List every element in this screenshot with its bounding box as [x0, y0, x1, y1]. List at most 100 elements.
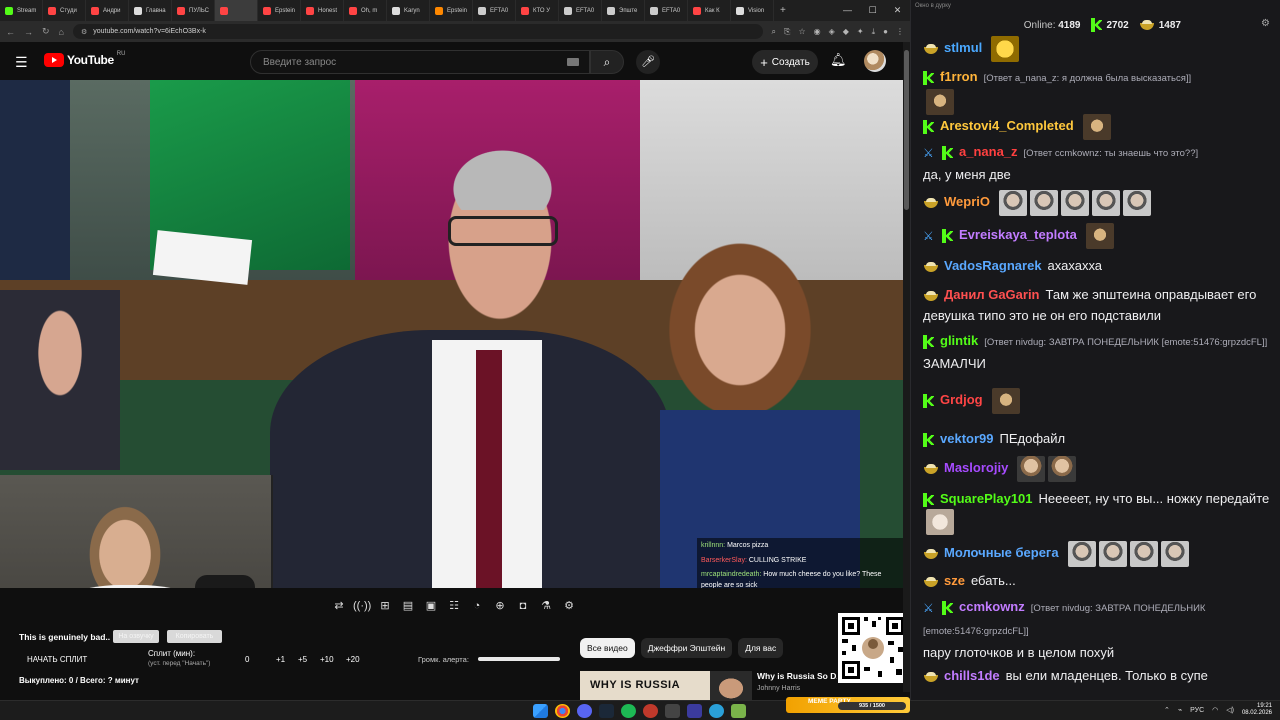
bookmark-star-icon[interactable]: ☆: [798, 27, 805, 37]
spotify-icon[interactable]: [621, 704, 636, 718]
chat-username[interactable]: chills1de: [944, 668, 1000, 683]
create-button[interactable]: + Создать: [752, 50, 818, 74]
split-step-plus10[interactable]: +10: [320, 655, 334, 664]
search-button[interactable]: ⌕: [590, 50, 624, 74]
voiceover-button[interactable]: На озвучку: [113, 630, 159, 643]
alert-volume-slider[interactable]: [478, 657, 560, 661]
chat-username[interactable]: WepriO: [944, 194, 990, 209]
browser-tab[interactable]: Главна: [129, 0, 172, 21]
loop-icon[interactable]: ⇄: [330, 597, 348, 615]
chat-username[interactable]: ccmkownz: [959, 599, 1025, 614]
youtube-logo[interactable]: YouTube RU: [44, 51, 125, 67]
chat-username[interactable]: a_nana_z: [959, 144, 1018, 159]
chip-for-you[interactable]: Для вас: [738, 638, 784, 658]
browser-tab[interactable]: EFTA0: [473, 0, 516, 21]
media-player-icon[interactable]: [687, 704, 702, 718]
chat-username[interactable]: Maslorojiy: [944, 460, 1008, 475]
video-settings-icon[interactable]: ⊞: [376, 597, 394, 615]
extension-icon[interactable]: ◈: [829, 27, 835, 37]
browser-tab[interactable]: Epstein: [258, 0, 301, 21]
back-icon[interactable]: ←: [6, 27, 15, 37]
flask-icon[interactable]: ⚗: [537, 597, 555, 615]
picture-in-picture-icon[interactable]: ▣: [422, 597, 440, 615]
browser-tab[interactable]: Stream: [0, 0, 43, 21]
start-menu-icon[interactable]: [533, 704, 548, 718]
page-scrollbar[interactable]: [903, 42, 910, 692]
forward-icon[interactable]: →: [24, 27, 33, 37]
download-icon[interactable]: ⤓: [872, 27, 876, 37]
chrome-icon[interactable]: [555, 704, 570, 718]
steam-icon[interactable]: [599, 704, 614, 718]
avatar[interactable]: [864, 50, 886, 72]
split-step-plus1[interactable]: +1: [276, 655, 285, 664]
app-icon[interactable]: [665, 704, 680, 718]
add-overlay-icon[interactable]: ⊕: [491, 597, 509, 615]
screenshot-icon[interactable]: ◘: [514, 597, 532, 615]
zoom-icon[interactable]: ⌕: [772, 27, 776, 37]
chat-username[interactable]: Молочные берега: [944, 545, 1059, 560]
browser-tab[interactable]: [215, 0, 258, 21]
chat-username[interactable]: f1rron: [940, 69, 978, 84]
profile-icon[interactable]: ●: [883, 27, 888, 37]
url-field[interactable]: ⚙ youtube.com/watch?v=6iEchO3Bx-k: [72, 24, 763, 39]
browser-tab[interactable]: Эпште: [602, 0, 645, 21]
copy-button[interactable]: Копировать: [167, 630, 222, 643]
close-icon[interactable]: ✕: [885, 0, 910, 21]
browser-tab[interactable]: Honest: [301, 0, 344, 21]
browser-tab[interactable]: Андри: [86, 0, 129, 21]
voice-search-button[interactable]: 🎤︎: [636, 50, 660, 74]
split-step-plus5[interactable]: +5: [298, 655, 307, 664]
home-icon[interactable]: ⌂: [59, 27, 64, 37]
browser-tab[interactable]: КТО У: [516, 0, 559, 21]
recommendation-thumbnail[interactable]: WHY IS RUSSIA: [580, 671, 752, 700]
chevron-up-icon[interactable]: ⌃: [1164, 706, 1170, 714]
clock[interactable]: 19:21 08.02.2026: [1242, 703, 1272, 717]
site-info-icon[interactable]: ⚙: [81, 28, 87, 36]
keyboard-icon[interactable]: [567, 58, 579, 66]
telegram-icon[interactable]: [709, 704, 724, 718]
browser-tab[interactable]: Epstein: [430, 0, 473, 21]
install-icon[interactable]: ⎘: [784, 27, 790, 37]
chat-settings-icon[interactable]: ⚙: [1261, 18, 1270, 29]
new-tab-icon[interactable]: +: [774, 5, 792, 16]
chat-username[interactable]: Grdjog: [940, 392, 983, 407]
notifications-bell-icon[interactable]: 🔔︎: [830, 52, 847, 68]
speed-icon[interactable]: ◔: [468, 597, 486, 615]
puzzle-icon[interactable]: ✦: [857, 27, 864, 37]
chip-epstein[interactable]: Джеффри Эпштейн: [640, 638, 733, 658]
recommendation-title[interactable]: Why is Russia So DA: [757, 671, 837, 681]
recommendation-channel[interactable]: Johnny Harris: [757, 685, 800, 692]
chat-username[interactable]: sze: [944, 573, 965, 588]
language-indicator[interactable]: РУС: [1190, 707, 1204, 714]
subtitles-icon[interactable]: ☷: [445, 597, 463, 615]
reload-icon[interactable]: ↻: [42, 26, 50, 37]
browser-tab[interactable]: EFTA0: [559, 0, 602, 21]
extension-icon[interactable]: ◉: [814, 27, 821, 37]
start-split-button[interactable]: НАЧАТЬ СПЛИТ: [27, 655, 87, 664]
chat-username[interactable]: VadosRagnarek: [944, 258, 1042, 273]
chat-username[interactable]: glintik: [940, 333, 978, 348]
video-player[interactable]: krillnnn: Marcos pizza BarserkerSlay: CUL…: [0, 80, 903, 588]
split-step-plus20[interactable]: +20: [346, 655, 360, 664]
search-input[interactable]: Введите запрос: [250, 50, 590, 74]
clapper-icon[interactable]: ▤: [399, 597, 417, 615]
extension-icon[interactable]: ◆: [843, 27, 849, 37]
chat-username[interactable]: Arestovi4_Completed: [940, 118, 1074, 133]
chat-username[interactable]: Данил GaGarin: [944, 287, 1040, 302]
chat-username[interactable]: stlmul: [944, 40, 982, 55]
broadcast-icon[interactable]: ((·)): [353, 597, 371, 615]
minimize-icon[interactable]: —: [835, 0, 860, 21]
menu-icon[interactable]: ☰: [15, 54, 28, 71]
chat-username[interactable]: SquarePlay101: [940, 491, 1033, 506]
chat-username[interactable]: Evreiskaya_teplota: [959, 227, 1077, 242]
maximize-icon[interactable]: ☐: [860, 0, 885, 21]
browser-tab[interactable]: Oh, m: [344, 0, 387, 21]
chip-all-videos[interactable]: Все видео: [580, 638, 635, 658]
browser-tab[interactable]: Как К: [688, 0, 731, 21]
browser-tab[interactable]: Karyn: [387, 0, 430, 21]
settings-gear-icon[interactable]: ⚙: [560, 597, 578, 615]
volume-icon[interactable]: ◁): [1226, 706, 1234, 714]
split-step-0[interactable]: 0: [245, 655, 249, 664]
browser-tab[interactable]: EFTA0: [645, 0, 688, 21]
scrollbar-thumb[interactable]: [904, 50, 909, 210]
